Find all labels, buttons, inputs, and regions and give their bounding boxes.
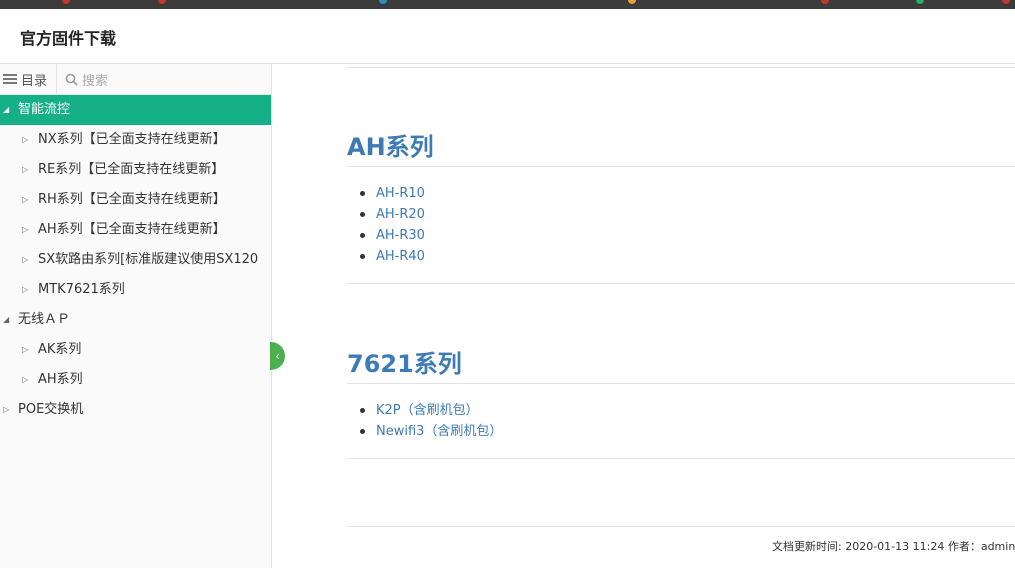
search-placeholder: 搜索 — [82, 73, 109, 89]
collapsed-triangle-icon[interactable]: ▷ — [22, 365, 28, 395]
divider — [347, 458, 1015, 459]
toc-label: 目录 — [21, 73, 48, 89]
tree-item-sx-series[interactable]: ▷ SX软路由系列[标准版建议使用SX120 — [0, 245, 271, 275]
sidebar-toolbar: 目录 搜索 — [0, 63, 271, 95]
collapsed-triangle-icon[interactable]: ▷ — [22, 215, 28, 245]
page-header: 官方固件下载 — [0, 9, 1015, 64]
tree-item-ak-series[interactable]: ▷ AK系列 — [0, 335, 271, 365]
search-input[interactable]: 搜索 — [57, 64, 108, 95]
tree-item-label: 无线ＡＰ — [18, 312, 71, 327]
divider — [347, 383, 1015, 384]
expanded-triangle-icon[interactable]: ◢ — [3, 95, 9, 125]
collapsed-triangle-icon[interactable]: ▷ — [22, 335, 28, 365]
firmware-link[interactable]: Newifi3（含刷机包） — [360, 421, 502, 442]
collapsed-triangle-icon[interactable]: ▷ — [22, 275, 28, 305]
sidebar: 目录 搜索 ◢ 智能流控 ▷ NX系列【已全面支持在线更新】 ▷ RE系列【已全… — [0, 63, 272, 568]
tree-item-label: NX系列【已全面支持在线更新】 — [38, 132, 226, 147]
toc-tree: ◢ 智能流控 ▷ NX系列【已全面支持在线更新】 ▷ RE系列【已全面支持在线更… — [0, 95, 271, 425]
tree-item-label: MTK7621系列 — [38, 282, 125, 297]
tree-item-poe-switch[interactable]: ▷ POE交换机 — [0, 395, 271, 425]
tree-item-label: POE交换机 — [18, 402, 84, 417]
tree-item-ah-series-ap[interactable]: ▷ AH系列 — [0, 365, 271, 395]
divider — [347, 283, 1015, 284]
firmware-link[interactable]: K2P（含刷机包） — [360, 400, 502, 421]
section-heading: 7621系列 — [347, 350, 462, 378]
tree-item-re-series[interactable]: ▷ RE系列【已全面支持在线更新】 — [0, 155, 271, 185]
toc-tab[interactable]: 目录 — [0, 63, 57, 95]
tree-item-label: AH系列 — [38, 372, 83, 387]
section-heading: AH系列 — [347, 133, 434, 161]
divider — [347, 67, 1015, 68]
tree-item-label: SX软路由系列[标准版建议使用SX120 — [38, 252, 259, 267]
tree-item-smart-flow[interactable]: ◢ 智能流控 — [0, 95, 271, 125]
tree-item-label: AK系列 — [38, 342, 82, 357]
tree-item-wireless-ap[interactable]: ◢ 无线ＡＰ — [0, 305, 271, 335]
tree-item-ah-series[interactable]: ▷ AH系列【已全面支持在线更新】 — [0, 215, 271, 245]
tree-item-label: RE系列【已全面支持在线更新】 — [38, 162, 225, 177]
tree-item-label: AH系列【已全面支持在线更新】 — [38, 222, 226, 237]
firmware-link[interactable]: AH-R20 — [360, 204, 425, 225]
collapsed-triangle-icon[interactable]: ▷ — [22, 185, 28, 215]
tree-item-nx-series[interactable]: ▷ NX系列【已全面支持在线更新】 — [0, 125, 271, 155]
collapsed-triangle-icon[interactable]: ▷ — [22, 245, 28, 275]
divider — [347, 166, 1015, 167]
browser-top-strip — [0, 0, 1015, 9]
doc-meta: 文档更新时间: 2020-01-13 11:24 作者：admin — [772, 540, 1015, 553]
expanded-triangle-icon[interactable]: ◢ — [3, 305, 9, 335]
tree-item-mtk7621-series[interactable]: ▷ MTK7621系列 — [0, 275, 271, 305]
tree-item-rh-series[interactable]: ▷ RH系列【已全面支持在线更新】 — [0, 185, 271, 215]
main-content: AH系列 AH-R10 AH-R20 AH-R30 AH-R40 7621系列 … — [272, 64, 1015, 568]
tree-item-label: RH系列【已全面支持在线更新】 — [38, 192, 226, 207]
link-list: AH-R10 AH-R20 AH-R30 AH-R40 — [360, 183, 425, 267]
link-list: K2P（含刷机包） Newifi3（含刷机包） — [360, 400, 502, 442]
collapsed-triangle-icon[interactable]: ▷ — [3, 395, 9, 425]
firmware-link[interactable]: AH-R40 — [360, 246, 425, 267]
search-icon — [65, 73, 78, 86]
menu-icon — [3, 73, 17, 85]
firmware-link[interactable]: AH-R10 — [360, 183, 425, 204]
firmware-link[interactable]: AH-R30 — [360, 225, 425, 246]
collapsed-triangle-icon[interactable]: ▷ — [22, 155, 28, 185]
page-title[interactable]: 官方固件下载 — [20, 25, 116, 49]
tree-item-label: 智能流控 — [18, 102, 71, 117]
footer-divider — [347, 526, 1015, 527]
collapsed-triangle-icon[interactable]: ▷ — [22, 125, 28, 155]
